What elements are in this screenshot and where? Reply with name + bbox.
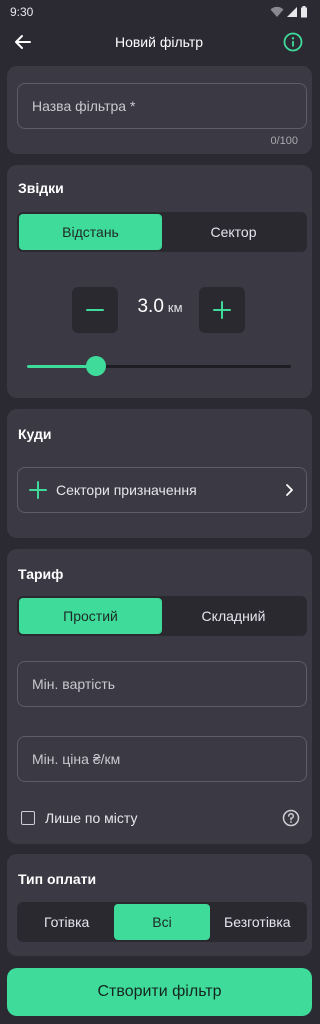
tariff-title: Тариф [18, 566, 64, 582]
to-card: Куди Сектори призначення [7, 409, 312, 538]
city-only-label: Лише по місту [45, 810, 138, 826]
distance-unit: км [167, 300, 183, 315]
min-cost-input[interactable]: Мін. вартість [17, 661, 307, 707]
to-title: Куди [18, 426, 52, 442]
create-filter-button[interactable]: Створити фільтр [7, 968, 312, 1016]
destination-sectors-label: Сектори призначення [56, 482, 197, 498]
payment-type-card: Тип оплати Готівка Всі Безготівка [7, 854, 312, 956]
increase-distance-button[interactable] [199, 287, 245, 333]
signal-icon [287, 7, 297, 17]
segment-option-sector[interactable]: Сектор [162, 214, 305, 250]
min-price-per-km-placeholder: Мін. ціна ₴/км [32, 751, 121, 767]
status-bar: 9:30 [0, 0, 318, 24]
segment-option-all[interactable]: Всі [114, 904, 210, 940]
page-title: Новий фільтр [114, 34, 204, 50]
decrease-distance-button[interactable] [72, 287, 118, 333]
segment-option-cashless[interactable]: Безготівка [210, 904, 305, 940]
character-counter: 0/100 [270, 135, 298, 147]
from-card: Звідки Відстань Сектор [7, 165, 312, 398]
status-icons [270, 6, 308, 18]
tariff-card: Тариф Простий Складний Мін. вартість Мін… [7, 549, 312, 844]
filter-name-card: Назва фільтра * 0/100 [7, 66, 312, 154]
plus-icon [213, 301, 231, 319]
tariff-segment: Простий Складний [17, 596, 307, 636]
status-time: 9:30 [10, 5, 34, 19]
segment-option-cash[interactable]: Готівка [19, 904, 114, 940]
distance-number: 3.0 [137, 296, 164, 317]
wifi-icon [270, 6, 284, 17]
segment-option-distance[interactable]: Відстань [19, 214, 162, 250]
segment-option-complex[interactable]: Складний [162, 598, 305, 634]
app-bar: Новий фільтр [0, 24, 318, 60]
from-title: Звідки [18, 180, 64, 196]
from-mode-segment: Відстань Сектор [17, 212, 307, 252]
distance-slider-thumb[interactable] [85, 356, 106, 376]
payment-type-segment: Готівка Всі Безготівка [17, 902, 307, 942]
battery-icon [301, 6, 307, 18]
min-cost-placeholder: Мін. вартість [32, 676, 116, 692]
distance-value: 3.0 км [120, 296, 200, 318]
min-price-per-km-input[interactable]: Мін. ціна ₴/км [17, 736, 307, 782]
chevron-right-icon [286, 484, 293, 496]
filter-name-placeholder: Назва фільтра * [32, 98, 136, 114]
minus-icon [86, 309, 104, 311]
help-icon[interactable] [282, 809, 300, 827]
back-arrow-icon[interactable] [12, 31, 34, 53]
segment-option-simple[interactable]: Простий [19, 598, 162, 634]
plus-icon [29, 481, 47, 499]
city-only-checkbox-row[interactable]: Лише по місту [21, 810, 137, 826]
city-only-checkbox[interactable] [21, 811, 35, 825]
payment-type-title: Тип оплати [18, 871, 97, 887]
filter-name-input[interactable]: Назва фільтра * [17, 83, 307, 129]
destination-sectors-button[interactable]: Сектори призначення [17, 467, 307, 513]
info-icon[interactable] [282, 31, 304, 53]
